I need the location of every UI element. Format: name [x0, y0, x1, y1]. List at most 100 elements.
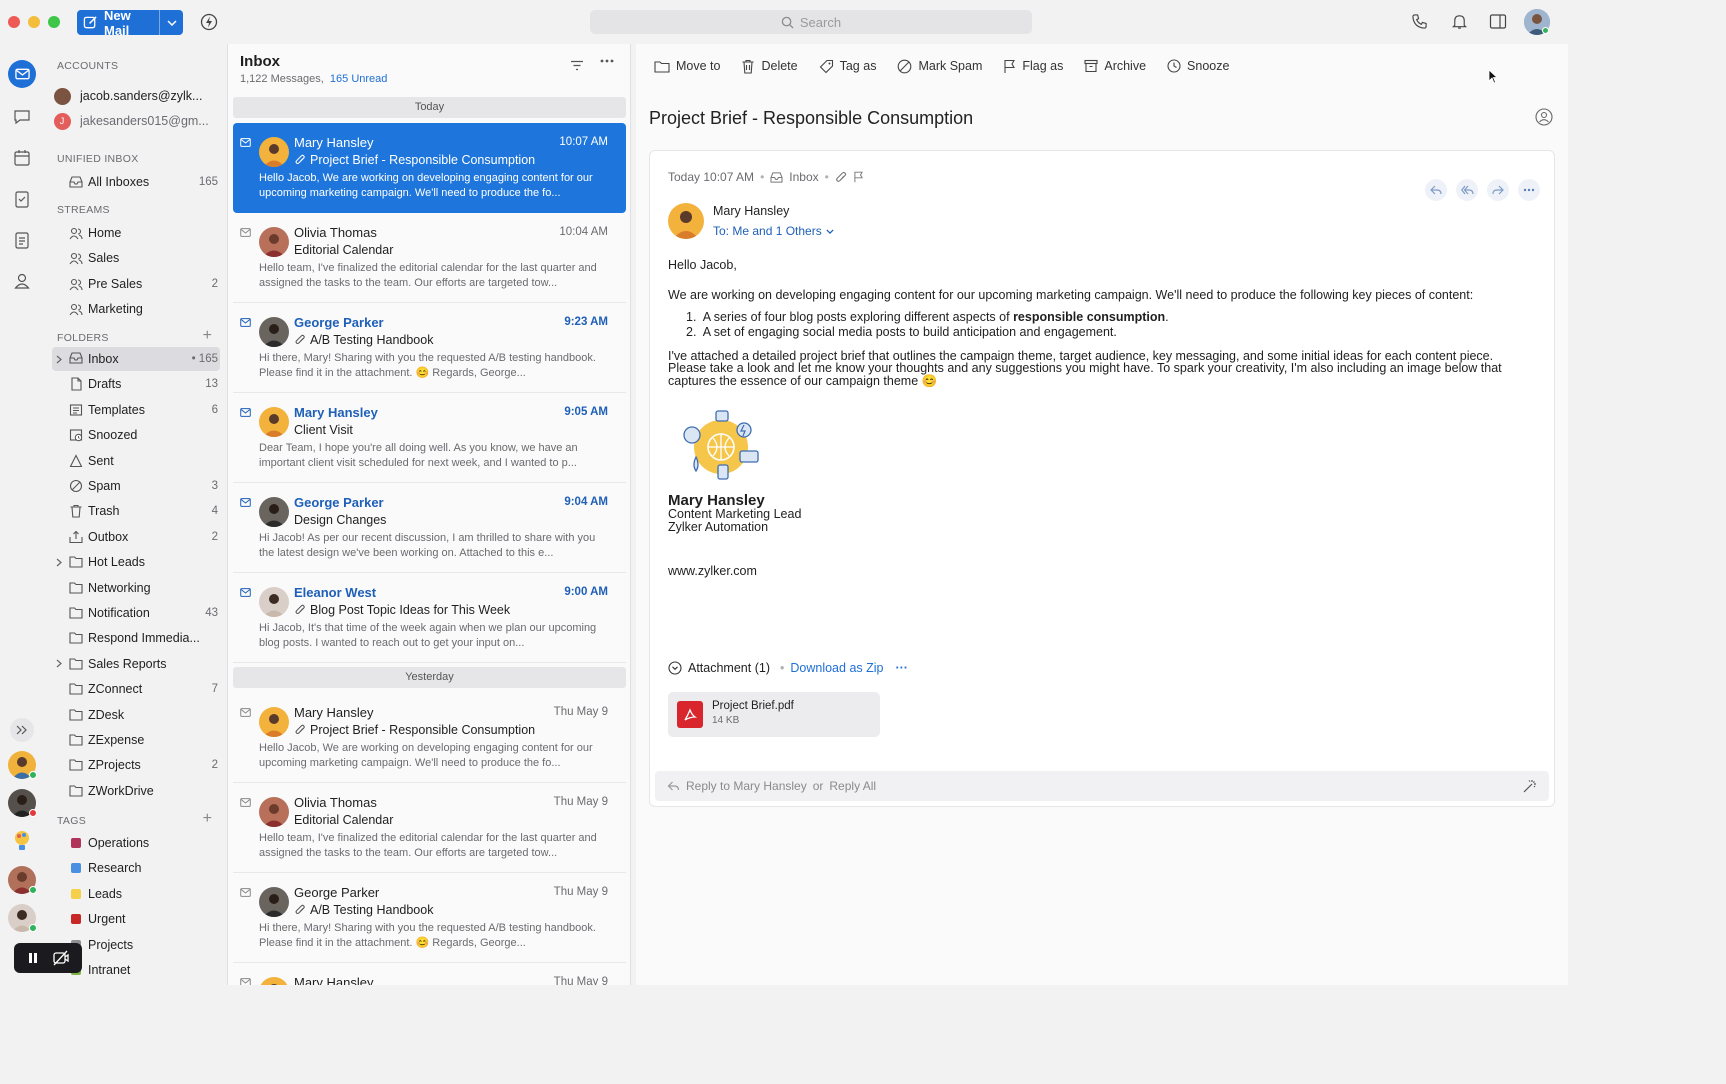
- quick-reply-bar[interactable]: Reply to Mary Hansley or Reply All: [655, 771, 1549, 801]
- all-inboxes-item[interactable]: All Inboxes 165: [52, 170, 220, 194]
- more-actions-button[interactable]: [1518, 179, 1540, 201]
- download-zip-link[interactable]: Download as Zip: [790, 661, 883, 675]
- folder-item-zprojects[interactable]: ZProjects 2: [52, 753, 220, 777]
- website-link[interactable]: www.zylker.com: [668, 565, 1528, 578]
- tag-as-button[interactable]: Tag as: [819, 59, 876, 74]
- layout-toggle-icon[interactable]: [1489, 13, 1507, 30]
- snooze-button[interactable]: Snooze: [1167, 59, 1229, 73]
- tag-item-operations[interactable]: Operations: [52, 831, 220, 855]
- contact-card-icon[interactable]: [1535, 108, 1553, 126]
- message-item[interactable]: Eleanor West 9:00 AM Blog Post Topic Ideas…: [233, 573, 626, 663]
- sender-avatar[interactable]: [259, 497, 289, 527]
- delete-button[interactable]: Delete: [741, 59, 798, 74]
- folder-item-snoozed[interactable]: Snoozed: [52, 423, 220, 447]
- stream-item-home[interactable]: Home: [52, 221, 220, 245]
- pause-icon[interactable]: [27, 952, 39, 964]
- attachment-more-icon[interactable]: ···: [895, 661, 908, 675]
- folder-item-hot-leads[interactable]: Hot Leads: [52, 550, 220, 574]
- reply-button[interactable]: [1425, 179, 1447, 201]
- chevron-right-icon[interactable]: [56, 558, 62, 567]
- message-item[interactable]: George Parker 9:04 AM Design Changes Hi Jac…: [233, 483, 626, 573]
- reply-to-link[interactable]: Reply to Mary Hansley: [686, 779, 807, 793]
- tag-item-research[interactable]: Research: [52, 856, 220, 880]
- collapse-circle-icon[interactable]: [668, 661, 682, 675]
- reply-all-link[interactable]: Reply All: [829, 779, 876, 793]
- archive-button[interactable]: Archive: [1084, 59, 1146, 73]
- unread-count[interactable]: 165 Unread: [330, 73, 388, 85]
- envelope-icon[interactable]: [240, 408, 251, 417]
- folder-item-zconnect[interactable]: ZConnect 7: [52, 677, 220, 701]
- sender-avatar[interactable]: [259, 797, 289, 827]
- message-item[interactable]: Mary Hansley Thu May 9: [233, 963, 626, 985]
- new-mail-dropdown[interactable]: [159, 10, 183, 35]
- sender-avatar[interactable]: [259, 977, 289, 985]
- sender-avatar[interactable]: [259, 587, 289, 617]
- folder-item-sales-reports[interactable]: Sales Reports: [52, 652, 220, 676]
- move-to-button[interactable]: Move to: [654, 59, 720, 73]
- camera-off-icon[interactable]: [52, 950, 70, 966]
- folder-item-templates[interactable]: Templates 6: [52, 398, 220, 422]
- flag-icon[interactable]: [853, 171, 864, 183]
- folder-item-networking[interactable]: Networking: [52, 576, 220, 600]
- quick-actions-icon[interactable]: [200, 13, 218, 31]
- add-folder-icon[interactable]: +: [203, 327, 212, 345]
- add-tag-icon[interactable]: +: [203, 810, 212, 828]
- magic-wand-icon[interactable]: [1522, 778, 1538, 794]
- sender-avatar[interactable]: [259, 137, 289, 167]
- chat-icon[interactable]: [12, 107, 32, 127]
- mail-app-icon[interactable]: [8, 60, 36, 88]
- stream-item-sales[interactable]: Sales: [52, 246, 220, 270]
- folder-item-zexpense[interactable]: ZExpense: [52, 728, 220, 752]
- notes-icon[interactable]: [12, 230, 32, 250]
- bell-icon[interactable]: [1451, 13, 1468, 30]
- envelope-icon[interactable]: [240, 978, 251, 985]
- window-close-button[interactable]: [8, 16, 20, 28]
- message-item[interactable]: Mary Hansley 9:05 AM Client Visit Dear Team…: [233, 393, 626, 483]
- envelope-icon[interactable]: [240, 588, 251, 597]
- folder-item-drafts[interactable]: Drafts 13: [52, 372, 220, 396]
- tag-item-urgent[interactable]: Urgent: [52, 907, 220, 931]
- forward-button[interactable]: [1487, 179, 1509, 201]
- search-input[interactable]: Search: [590, 10, 1032, 34]
- message-item[interactable]: Mary Hansley Thu May 9 Project Brief - Res…: [233, 693, 626, 783]
- account-item[interactable]: J jakesanders015@gm...: [52, 109, 220, 133]
- chevron-right-icon[interactable]: [56, 659, 62, 668]
- chevron-right-icon[interactable]: [56, 355, 62, 364]
- sender-avatar[interactable]: [259, 887, 289, 917]
- attachment-file[interactable]: Project Brief.pdf 14 KB: [668, 692, 880, 737]
- calendar-icon[interactable]: [12, 148, 32, 168]
- sender-avatar[interactable]: [259, 317, 289, 347]
- mark-spam-button[interactable]: Mark Spam: [897, 59, 982, 74]
- sender-avatar[interactable]: [259, 227, 289, 257]
- message-item[interactable]: George Parker Thu May 9 A/B Testing Handbo…: [233, 873, 626, 963]
- filter-icon[interactable]: [570, 60, 584, 71]
- message-item[interactable]: George Parker 9:23 AM A/B Testing Handbook…: [233, 303, 626, 393]
- stream-item-marketing[interactable]: Marketing: [52, 297, 220, 321]
- new-mail-main[interactable]: New Mail: [77, 8, 159, 38]
- envelope-icon[interactable]: [240, 138, 251, 147]
- sender-avatar[interactable]: [259, 407, 289, 437]
- envelope-icon[interactable]: [240, 318, 251, 327]
- message-item[interactable]: Olivia Thomas 10:04 AM Editorial Calendar H…: [233, 213, 626, 303]
- email-folder[interactable]: Inbox: [789, 170, 818, 184]
- tasks-icon[interactable]: [12, 189, 32, 209]
- envelope-icon[interactable]: [240, 888, 251, 897]
- reply-all-button[interactable]: [1456, 179, 1478, 201]
- recipients-toggle[interactable]: To: Me and 1 Others: [713, 224, 834, 238]
- folder-item-trash[interactable]: Trash 4: [52, 499, 220, 523]
- envelope-icon[interactable]: [240, 798, 251, 807]
- bulb-icon[interactable]: [10, 828, 34, 854]
- window-zoom-button[interactable]: [48, 16, 60, 28]
- more-options-icon[interactable]: [600, 59, 614, 63]
- envelope-icon[interactable]: [240, 708, 251, 717]
- message-item[interactable]: Olivia Thomas Thu May 9 Editorial Calendar…: [233, 783, 626, 873]
- folder-item-zworkdrive[interactable]: ZWorkDrive: [52, 779, 220, 803]
- message-item[interactable]: Mary Hansley 10:07 AM Project Brief - Resp…: [233, 123, 626, 213]
- stream-item-pre-sales[interactable]: Pre Sales 2: [52, 272, 220, 296]
- folder-item-notification[interactable]: Notification 43: [52, 601, 220, 625]
- window-minimize-button[interactable]: [28, 16, 40, 28]
- account-item[interactable]: jacob.sanders@zylk...: [52, 84, 220, 108]
- folder-item-zdesk[interactable]: ZDesk: [52, 703, 220, 727]
- envelope-icon[interactable]: [240, 498, 251, 507]
- folder-item-inbox[interactable]: Inbox • 165: [52, 347, 220, 371]
